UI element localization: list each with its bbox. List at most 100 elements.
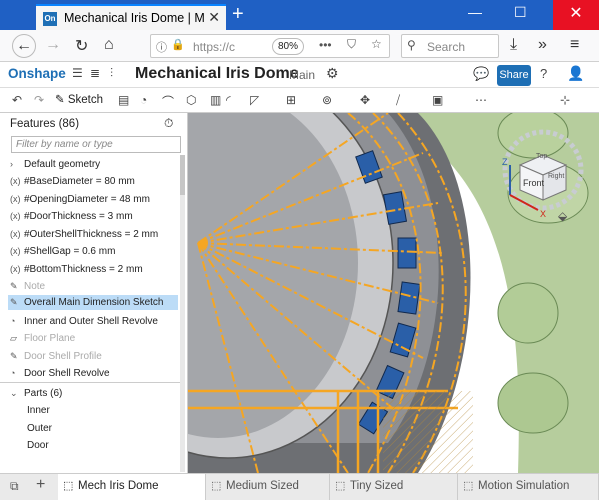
feature-item[interactable]: (x) #ShellGap = 0.6 mm: [10, 244, 180, 259]
fillet-icon[interactable]: ◜: [226, 93, 231, 107]
branch-name[interactable]: Main: [289, 68, 315, 82]
back-icon[interactable]: ←: [12, 34, 36, 58]
info-icon[interactable]: ⓘ: [156, 39, 167, 55]
undo-icon[interactable]: ↶: [12, 93, 22, 107]
viewcube-right[interactable]: Right: [548, 173, 564, 180]
graphics-viewport[interactable]: Top Front Right Z X ⬙: [188, 113, 599, 473]
shell-icon[interactable]: ▣: [432, 93, 443, 107]
pencil-icon: ✎: [10, 281, 18, 291]
parameters-icon[interactable]: ⫶: [110, 66, 113, 81]
feature-item-selected[interactable]: ✎ Overall Main Dimension Sketch: [8, 295, 178, 310]
feature-label: #ShellGap = 0.6 mm: [24, 246, 116, 257]
feature-item[interactable]: ✎ Door Shell Profile: [10, 349, 180, 364]
tab-manager-icon[interactable]: ⧉: [10, 479, 19, 494]
rollback-timer-icon[interactable]: ⏱: [164, 116, 173, 131]
url-text[interactable]: https://c: [193, 40, 235, 54]
documents-menu-icon[interactable]: ☰: [72, 66, 83, 80]
feature-list-icon[interactable]: ≣: [90, 66, 100, 80]
extrude-icon[interactable]: ▤: [118, 93, 129, 107]
part-item[interactable]: Outer: [27, 423, 52, 434]
view-options-icon[interactable]: ⬙: [558, 209, 567, 223]
feature-item[interactable]: (x) #BaseDiameter = 80 mm: [10, 174, 180, 189]
toolbar-overflow-icon[interactable]: ⊹: [560, 93, 570, 107]
search-field[interactable]: ⚲ Search: [401, 34, 499, 58]
bookmark-star-icon[interactable]: ☆: [371, 37, 382, 51]
forward-icon[interactable]: →: [45, 36, 61, 54]
thicken-icon[interactable]: ▥: [210, 93, 221, 107]
help-icon[interactable]: ?: [540, 66, 547, 81]
tab-motion-simulation[interactable]: ⬚ Motion Simulation: [458, 474, 599, 500]
default-geometry-item[interactable]: › Default geometry: [10, 157, 180, 172]
pocket-icon[interactable]: ⛉: [347, 37, 356, 52]
browser-navbar: ← → ↻ ⌂ ⓘ 🔒 https://c 80% ••• ⛉ ☆ ⚲ Sear…: [0, 30, 599, 62]
chamfer-icon[interactable]: ◸: [250, 93, 259, 107]
features-scrollbar[interactable]: [180, 155, 185, 405]
version-graph-icon[interactable]: ⚙: [326, 65, 339, 82]
feature-item[interactable]: ✎ Note: [10, 279, 180, 294]
onshape-logo[interactable]: Onshape: [8, 66, 66, 81]
viewcube-top[interactable]: Top: [536, 153, 547, 160]
reload-icon[interactable]: ↻: [75, 36, 88, 56]
loft-icon[interactable]: ⬡: [186, 93, 196, 107]
tab-label: Motion Simulation: [478, 480, 570, 492]
feature-item[interactable]: ◔ Door Shell Revolve: [10, 366, 180, 381]
document-title[interactable]: Mechanical Iris Dome: [135, 65, 299, 83]
minimize-icon[interactable]: —: [468, 4, 482, 20]
part-item[interactable]: Door: [27, 440, 49, 451]
boolean-icon[interactable]: ⊚: [322, 93, 332, 107]
tab-tiny-sized[interactable]: ⬚ Tiny Sized: [330, 474, 458, 500]
view-cube-graphic[interactable]: [498, 125, 588, 220]
onshape-favicon-icon: On: [43, 12, 57, 26]
sketch-pencil-icon: ✎: [55, 94, 68, 106]
feature-toolbar: ↶ ↷ ✎ Sketch ▤ ◔ ⌒ ⬡ ▥ ◜ ◸ ⊞ ⊚ ✥ ⧸ ▣ ⋯ ⊹: [0, 88, 599, 113]
home-icon[interactable]: ⌂: [104, 36, 114, 54]
zoom-level[interactable]: 80%: [272, 38, 305, 55]
plane-icon: ▱: [10, 333, 17, 343]
feature-item[interactable]: ▱ Floor Plane: [10, 331, 180, 346]
parts-scrollbar[interactable]: [180, 385, 185, 472]
tab-medium-sized[interactable]: ⬚ Medium Sized: [206, 474, 330, 500]
axis-z-label: Z: [502, 157, 508, 167]
share-button[interactable]: Share: [497, 65, 531, 86]
parts-header[interactable]: ⌄ Parts (6): [10, 386, 180, 401]
tab-mech-iris-dome[interactable]: ⬚ Mech Iris Dome: [58, 474, 206, 500]
user-avatar-icon[interactable]: 👤: [567, 65, 584, 82]
feature-item[interactable]: ◔ Inner and Outer Shell Revolve: [10, 314, 180, 329]
overflow-chevron-icon[interactable]: »: [538, 36, 547, 54]
browser-tab[interactable]: On Mechanical Iris Dome | Mech Ir ✕: [36, 4, 226, 30]
close-window-button[interactable]: ✕: [553, 0, 599, 30]
menu-icon[interactable]: ≡: [570, 36, 579, 54]
pencil-icon: ✎: [10, 297, 18, 307]
transform-icon[interactable]: ✥: [360, 93, 370, 107]
insert-tab-icon[interactable]: +: [36, 476, 45, 494]
close-tab-icon[interactable]: ✕: [208, 9, 220, 26]
feature-filter-input[interactable]: Filter by name or type: [11, 136, 181, 153]
page-actions-icon[interactable]: •••: [319, 38, 332, 52]
url-bar[interactable]: ⓘ 🔒 https://c 80% ••• ⛉ ☆: [150, 34, 390, 58]
sketch-button[interactable]: ✎ Sketch: [55, 92, 103, 106]
feature-item[interactable]: (x) #DoorThickness = 3 mm: [10, 209, 180, 224]
comments-icon[interactable]: 💬: [473, 66, 489, 82]
feature-label: Floor Plane: [24, 333, 76, 344]
new-tab-button[interactable]: +: [232, 3, 244, 26]
feature-label: Inner and Outer Shell Revolve: [24, 316, 158, 327]
feature-label: Door Shell Profile: [24, 351, 102, 362]
revolve-icon[interactable]: ◔: [140, 93, 147, 107]
feature-item[interactable]: (x) #OpeningDiameter = 48 mm: [10, 192, 180, 207]
features-header: Features (86): [10, 118, 80, 130]
viewcube-front[interactable]: Front: [523, 178, 544, 188]
maximize-icon[interactable]: ☐: [514, 4, 527, 21]
redo-icon[interactable]: ↷: [34, 93, 44, 107]
view-cube[interactable]: Top Front Right Z X: [498, 125, 588, 220]
download-icon[interactable]: ⤓: [510, 36, 517, 54]
sweep-icon[interactable]: ⌒: [162, 93, 174, 110]
variable-icon: (x): [10, 176, 21, 186]
more-tools-icon[interactable]: ⋯: [475, 93, 487, 107]
split-icon[interactable]: ⧸: [396, 93, 400, 108]
feature-item[interactable]: (x) #OuterShellThickness = 2 mm: [10, 227, 180, 242]
features-scroll-thumb[interactable]: [180, 155, 185, 195]
pattern-icon[interactable]: ⊞: [286, 93, 296, 107]
lock-icon: 🔒: [171, 39, 185, 51]
feature-item[interactable]: (x) #BottomThickness = 2 mm: [10, 262, 180, 277]
part-item[interactable]: Inner: [27, 405, 50, 416]
